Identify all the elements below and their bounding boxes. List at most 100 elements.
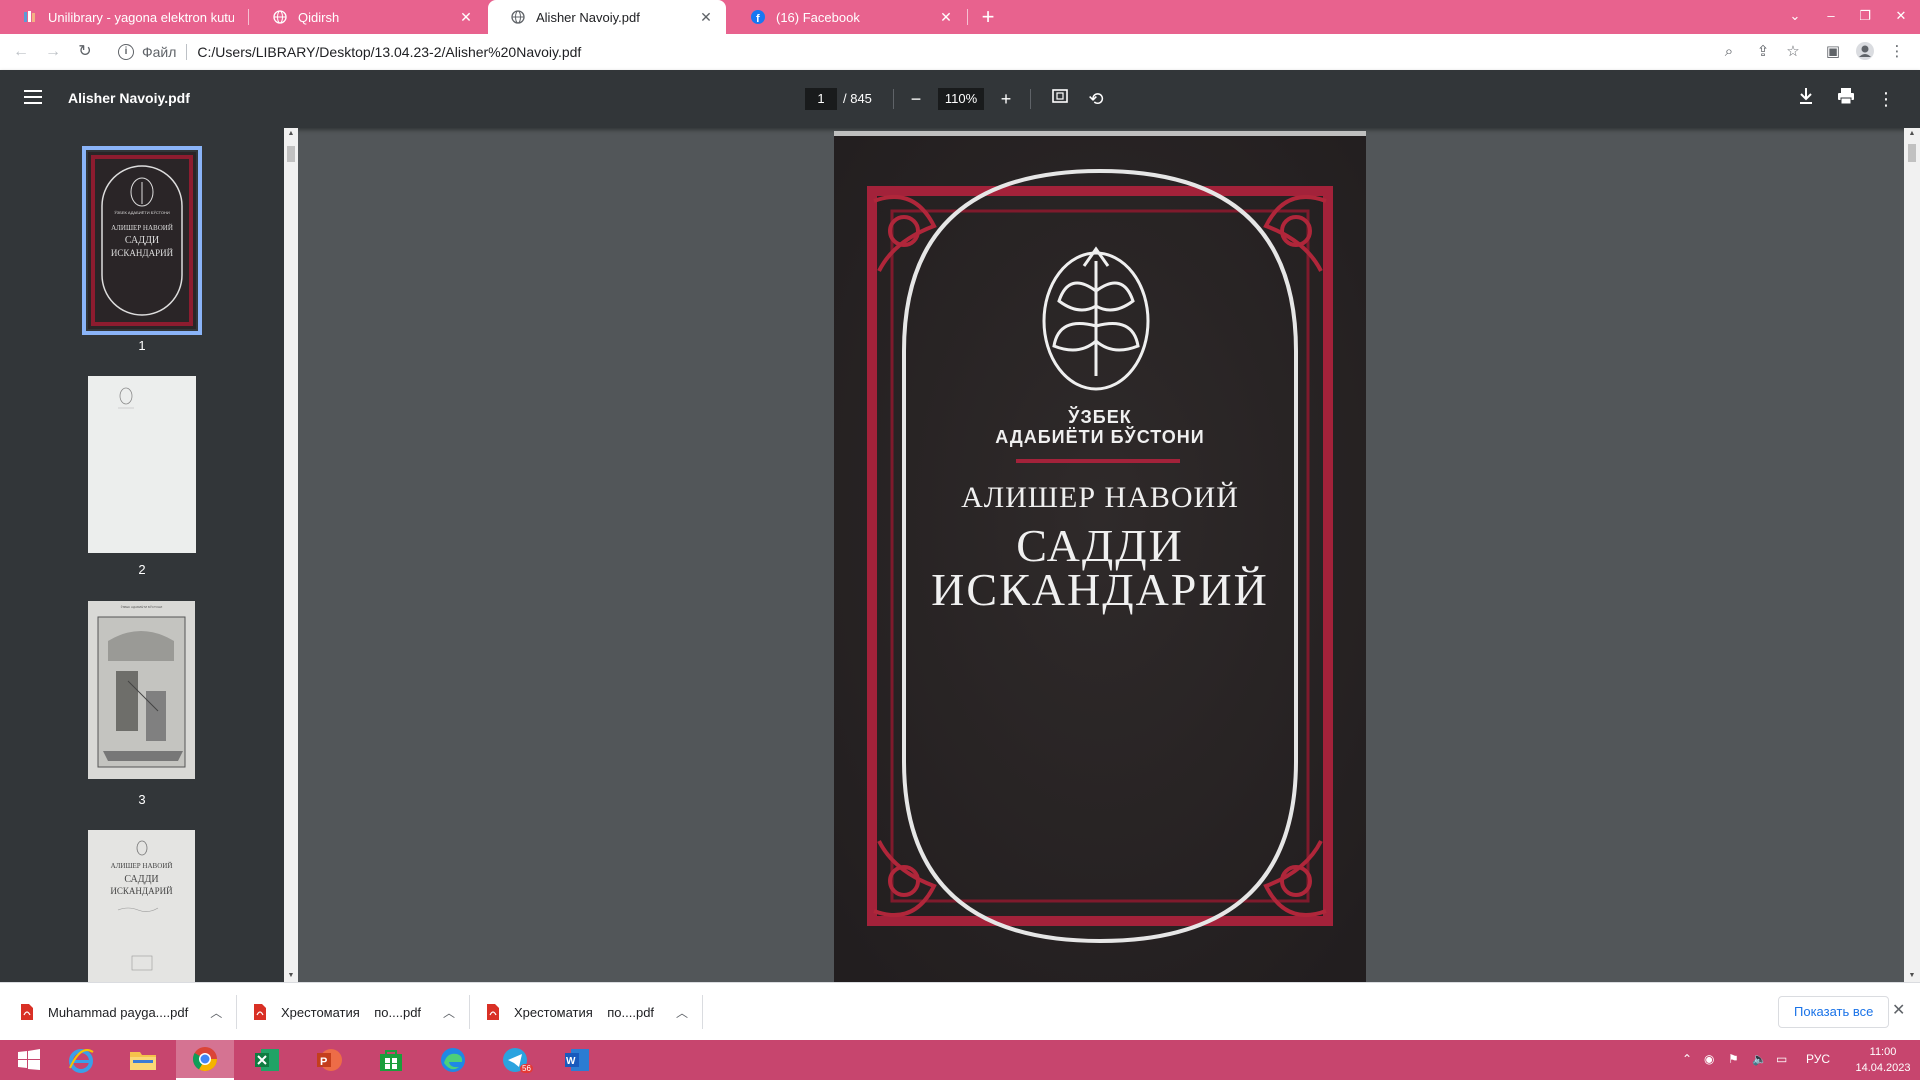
profile-avatar-icon[interactable] (1854, 41, 1876, 63)
tab-qidirsh[interactable]: Qidirsh ✕ (250, 0, 486, 34)
document-scrollbar[interactable]: ▲ ▼ (1904, 128, 1920, 982)
windows-start-icon[interactable] (0, 1040, 58, 1080)
page-thumbnail-3[interactable]: ЎЗБЕК АДАБИЁТИ БЎСТОНИ (88, 601, 195, 779)
scroll-down-arrow-icon[interactable]: ▼ (284, 970, 298, 982)
toolbar-divider (893, 89, 894, 109)
engraving-illustration (97, 616, 186, 768)
page-thumbnail-1[interactable]: ЎЗБЕК АДАБИЁТИ БЎСТОНИ АЛИШЕР НАВОИЙ САД… (82, 146, 202, 335)
site-info-icon[interactable]: i (118, 44, 134, 60)
page-thumbnail-2[interactable] (88, 376, 196, 553)
download-item[interactable]: Хрестоматия по....pdf ︿ (486, 983, 688, 1041)
forward-icon[interactable]: → (40, 39, 66, 65)
system-clock[interactable]: 11:00 14.04.2023 (1848, 1044, 1918, 1076)
tab-divider (967, 9, 968, 25)
shelf-divider (236, 995, 237, 1029)
close-window-icon[interactable]: ✕ (1884, 0, 1918, 34)
thumb-title-line1: САДДИ (124, 235, 160, 246)
address-bar[interactable]: i Файл C:/Users/LIBRARY/Desktop/13.04.23… (108, 38, 1778, 66)
thumb-title-line2: ИСКАНДАРИЙ (110, 248, 174, 258)
thumbnail-scrollbar[interactable]: ▲ ▼ (284, 128, 298, 982)
clock-date: 14.04.2023 (1855, 1062, 1911, 1074)
word-icon[interactable]: W (548, 1040, 606, 1080)
edge-icon[interactable] (424, 1040, 482, 1080)
cover-author: АЛИШЕР НАВОИЙ (961, 481, 1239, 514)
svg-text:W: W (566, 1056, 576, 1067)
download-item[interactable]: Muhammad payga....pdf ︿ (20, 983, 222, 1041)
scrollbar-thumb[interactable] (1908, 144, 1916, 162)
sidebar-menu-icon[interactable] (24, 90, 42, 104)
tray-overflow-icon[interactable]: ⌃ (1682, 1052, 1692, 1066)
tab-unilibrary[interactable]: Unilibrary - yagona elektron kutubxona (0, 0, 246, 34)
tab-alisher-navoiy[interactable]: Alisher Navoiy.pdf ✕ (488, 0, 726, 34)
microsoft-store-icon[interactable] (362, 1040, 420, 1080)
close-tab-icon[interactable]: ✕ (698, 9, 714, 26)
chrome-taskbar-icon[interactable] (176, 1040, 234, 1080)
tab-facebook[interactable]: f (16) Facebook ✕ (728, 0, 966, 34)
toolbar-divider (1030, 89, 1031, 109)
chevron-up-icon[interactable]: ︿ (676, 1004, 688, 1021)
language-indicator[interactable]: РУС (1806, 1052, 1830, 1066)
tab-search-icon[interactable]: ⌄ (1778, 0, 1812, 34)
download-icon[interactable] (1794, 87, 1818, 111)
internet-explorer-icon[interactable] (52, 1040, 110, 1080)
emblem-thumbnail-art (118, 387, 134, 409)
page-total: / 845 (843, 91, 872, 106)
minimize-icon[interactable]: – (1814, 0, 1848, 34)
file-explorer-icon[interactable] (114, 1040, 172, 1080)
facebook-icon: f (750, 9, 766, 25)
tab-title: Alisher Navoiy.pdf (536, 9, 640, 25)
bookmark-star-icon[interactable]: ☆ (1782, 41, 1804, 63)
reload-icon[interactable]: ↻ (72, 39, 98, 65)
back-icon[interactable]: ← (8, 39, 34, 65)
windows-taskbar: P 56 W ⌃ ◉ ⚑ 🔈 ▭ РУС 11:00 14.04.2023 (0, 1040, 1920, 1080)
document-title: Alisher Navoiy.pdf (68, 90, 190, 106)
thumb-series-text: ЎЗБЕК АДАБИЁТИ БЎСТОНИ (114, 210, 170, 215)
chrome-menu-icon[interactable]: ⋮ (1886, 41, 1908, 63)
zoom-in-icon[interactable]: + (994, 87, 1018, 111)
chevron-up-icon[interactable]: ︿ (443, 1004, 455, 1021)
restore-icon[interactable]: ❐ (1848, 0, 1882, 34)
side-panel-icon[interactable]: ▣ (1822, 41, 1844, 63)
tab-title: Unilibrary - yagona elektron kutubxona (48, 9, 234, 25)
scroll-up-arrow-icon[interactable]: ▲ (284, 128, 298, 140)
zoom-out-icon[interactable]: − (904, 87, 928, 111)
zoom-icon[interactable]: ⌕ (1718, 41, 1740, 63)
page-thumbnail-4[interactable]: АЛИШЕР НАВОИЙ САДДИ ИСКАНДАРИЙ (88, 830, 195, 982)
tab-title: Qidirsh (298, 9, 340, 25)
display-icon[interactable]: ▭ (1776, 1052, 1787, 1066)
globe-icon (510, 9, 526, 25)
flag-icon[interactable]: ⚑ (1728, 1052, 1739, 1066)
zoom-input[interactable]: 110% (938, 88, 984, 110)
powerpoint-icon[interactable]: P (300, 1040, 358, 1080)
volume-icon[interactable]: 🔈 (1752, 1052, 1767, 1066)
shelf-divider (702, 995, 703, 1029)
telegram-icon[interactable]: 56 (486, 1040, 544, 1080)
download-filename: Хрестоматия по....pdf (514, 1004, 655, 1020)
excel-icon[interactable] (238, 1040, 296, 1080)
scrollbar-thumb[interactable] (287, 146, 295, 162)
svg-text:P: P (320, 1056, 327, 1068)
tab-divider (248, 9, 249, 25)
close-tab-icon[interactable]: ✕ (458, 9, 474, 26)
scroll-up-arrow-icon[interactable]: ▲ (1904, 128, 1920, 140)
thumbnail-number: 3 (138, 792, 146, 807)
download-item[interactable]: Хрестоматия по....pdf ︿ (253, 983, 455, 1041)
pdf-file-icon (487, 1004, 499, 1020)
thumbnail-sidebar: ЎЗБЕК АДАБИЁТИ БЎСТОНИ АЛИШЕР НАВОИЙ САД… (0, 128, 284, 982)
url-text[interactable]: C:/Users/LIBRARY/Desktop/13.04.23-2/Alis… (197, 44, 581, 60)
chevron-up-icon[interactable]: ︿ (210, 1004, 222, 1021)
close-shelf-icon[interactable]: ✕ (1892, 1000, 1905, 1020)
page-number-input[interactable]: 1 (805, 88, 837, 110)
fit-to-page-icon[interactable] (1048, 87, 1072, 111)
thumbnail-number: 2 (138, 562, 146, 577)
more-options-icon[interactable]: ⋮ (1874, 87, 1898, 111)
share-icon[interactable]: ⇪ (1752, 41, 1774, 63)
show-all-downloads-button[interactable]: Показать все (1778, 996, 1890, 1028)
network-status-icon[interactable]: ◉ (1704, 1052, 1714, 1066)
pdf-file-icon (21, 1004, 33, 1020)
scroll-down-arrow-icon[interactable]: ▼ (1904, 970, 1920, 982)
rotate-icon[interactable]: ⟲ (1084, 87, 1108, 111)
print-icon[interactable] (1834, 87, 1858, 111)
close-tab-icon[interactable]: ✕ (938, 9, 954, 26)
new-tab-button[interactable]: + (974, 3, 1002, 31)
